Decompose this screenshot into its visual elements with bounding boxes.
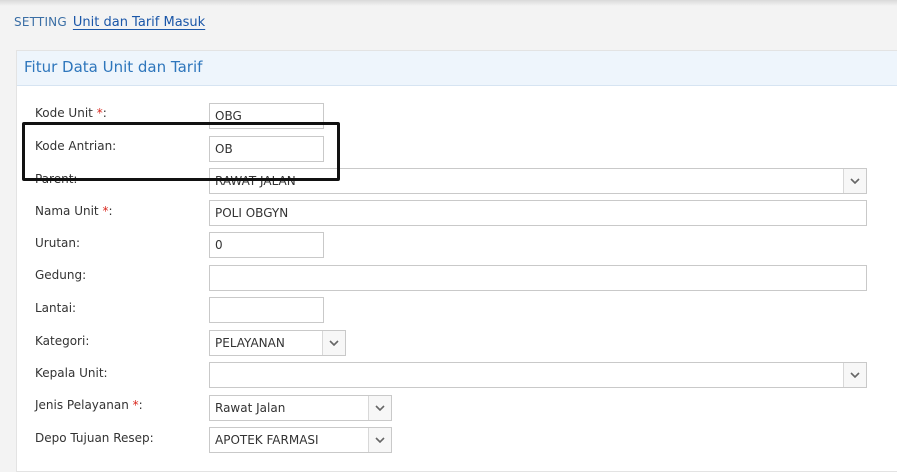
breadcrumb-root[interactable]: SETTING	[14, 15, 67, 29]
lantai-label: Lantai:	[35, 301, 77, 315]
chevron-down-icon[interactable]	[368, 428, 391, 452]
gedung-input[interactable]	[209, 265, 867, 291]
top-shadow	[0, 0, 897, 6]
kategori-label: Kategori:	[35, 334, 90, 348]
chevron-down-icon[interactable]	[322, 331, 345, 355]
kategori-select-value: PELAYANAN	[215, 336, 285, 350]
urutan-label: Urutan:	[35, 236, 81, 250]
highlight-box	[22, 122, 340, 181]
depo-tujuan-resep-select[interactable]: APOTEK FARMASI	[209, 427, 392, 453]
lantai-input[interactable]	[209, 297, 324, 323]
depo-tujuan-resep-select-value: APOTEK FARMASI	[215, 433, 319, 447]
form-panel: Fitur Data Unit dan Tarif	[16, 50, 897, 472]
depo-tujuan-resep-label: Depo Tujuan Resep:	[35, 431, 154, 445]
kode-unit-label: Kode Unit *:	[35, 106, 107, 120]
kepala-unit-select[interactable]	[209, 362, 867, 388]
kepala-unit-label: Kepala Unit:	[35, 366, 108, 380]
nama-unit-input[interactable]: POLI OBGYN	[209, 200, 867, 226]
gedung-label: Gedung:	[35, 268, 87, 282]
jenis-pelayanan-label: Jenis Pelayanan *:	[35, 398, 143, 412]
kategori-select[interactable]: PELAYANAN	[209, 330, 346, 356]
panel-title: Fitur Data Unit dan Tarif	[24, 58, 203, 76]
breadcrumb: SETTING Unit dan Tarif Masuk	[14, 14, 205, 34]
breadcrumb-current[interactable]: Unit dan Tarif Masuk	[73, 15, 205, 30]
chevron-down-icon[interactable]	[843, 169, 866, 193]
chevron-down-icon[interactable]	[368, 396, 391, 420]
chevron-down-icon[interactable]	[843, 363, 866, 387]
jenis-pelayanan-select-value: Rawat Jalan	[215, 401, 286, 415]
panel-header: Fitur Data Unit dan Tarif	[17, 51, 897, 86]
nama-unit-label: Nama Unit *:	[35, 204, 113, 218]
jenis-pelayanan-select[interactable]: Rawat Jalan	[209, 395, 392, 421]
urutan-input[interactable]: 0	[209, 232, 324, 258]
